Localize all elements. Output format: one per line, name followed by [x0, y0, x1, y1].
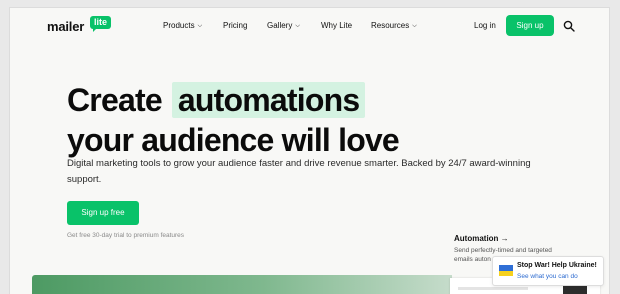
chevron-down-icon: ⌵ — [412, 23, 417, 29]
signup-free-button[interactable]: Sign up free — [67, 201, 139, 225]
headline-line2: your audience will love — [67, 122, 400, 158]
trial-note: Get free 30-day trial to premium feature… — [67, 232, 185, 239]
nav-gallery-label: Gallery — [267, 21, 293, 30]
nav-pricing[interactable]: Pricing — [223, 21, 247, 30]
login-link[interactable]: Log in — [474, 21, 496, 30]
search-icon[interactable] — [563, 20, 575, 32]
browser-page: mailer lite Products ⌵ Pricing Gallery ⌵ W… — [10, 8, 609, 294]
ukraine-banner-title: Stop War! Help Ukraine! — [517, 262, 597, 269]
nav-products-label: Products — [163, 21, 195, 30]
headline-pre: Create — [67, 82, 163, 118]
hero-image-preview — [32, 275, 452, 294]
logo-word: mailer — [47, 19, 85, 34]
automation-link[interactable]: Automation → — [454, 234, 509, 243]
ukraine-banner[interactable]: Stop War! Help Ukraine! See what you can… — [492, 256, 604, 286]
signup-button[interactable]: Sign up — [506, 15, 554, 36]
logo-badge: lite — [90, 16, 112, 32]
nav-why-lite-label: Why Lite — [321, 21, 353, 30]
ukraine-banner-link[interactable]: See what you can do — [517, 273, 578, 280]
preview-placeholder-line — [458, 287, 528, 290]
headline-highlight: automations — [171, 82, 366, 118]
hero-headline: Create automations your audience will lo… — [67, 80, 400, 160]
nav-resources-label: Resources — [371, 21, 410, 30]
nav-gallery[interactable]: Gallery ⌵ — [267, 21, 300, 30]
nav-pricing-label: Pricing — [223, 21, 248, 30]
nav-resources[interactable]: Resources ⌵ — [371, 21, 417, 30]
chevron-down-icon: ⌵ — [295, 23, 300, 29]
nav-why-lite[interactable]: Why Lite — [321, 21, 352, 30]
hero-subtext: Digital marketing tools to grow your aud… — [67, 158, 531, 185]
ukraine-flag-icon — [499, 265, 513, 276]
nav-products[interactable]: Products ⌵ — [163, 21, 202, 30]
chevron-down-icon: ⌵ — [197, 23, 203, 29]
